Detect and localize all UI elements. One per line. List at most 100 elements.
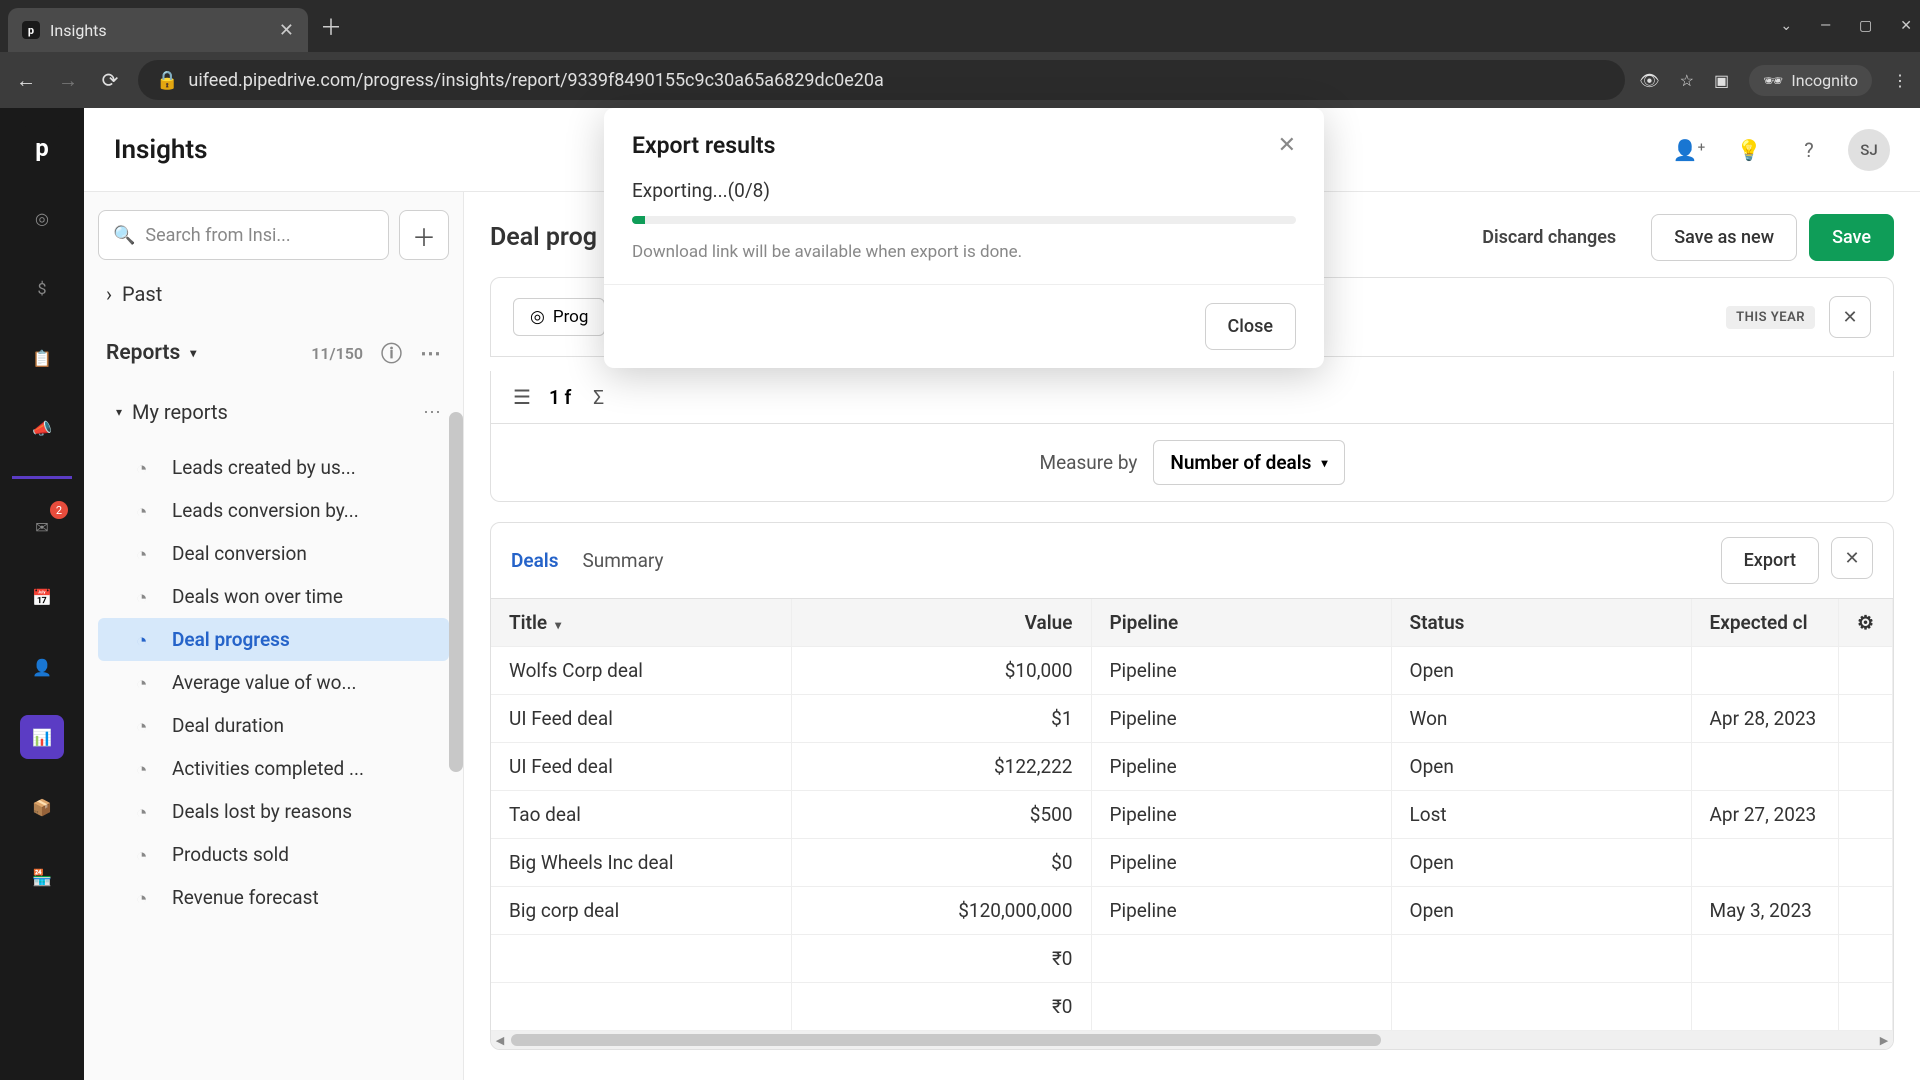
- clear-filter-button[interactable]: ✕: [1829, 296, 1871, 338]
- sidebar-section-reports[interactable]: Reports ▾ 11/150 ⓘ ⋯: [98, 328, 449, 378]
- rail-focus-icon[interactable]: ◎: [20, 196, 64, 240]
- help-icon[interactable]: ?: [1788, 129, 1830, 171]
- extensions-icon[interactable]: ▣: [1714, 71, 1729, 90]
- sidebar-report-item[interactable]: ◔ Revenue forecast: [98, 876, 449, 919]
- new-tab-button[interactable]: ＋: [320, 10, 342, 42]
- rail-projects-icon[interactable]: 📋: [20, 336, 64, 380]
- kebab-menu-icon[interactable]: ⋮: [1892, 71, 1908, 90]
- search-input[interactable]: 🔍 Search from Insi...: [98, 210, 389, 260]
- scroll-left-icon[interactable]: ◀: [491, 1034, 509, 1047]
- sidebar-report-item[interactable]: ◔Deals lost by reasons: [98, 790, 449, 833]
- sidebar-section-past[interactable]: › Past: [98, 272, 449, 316]
- window-close-icon[interactable]: ✕: [1900, 18, 1912, 34]
- more-icon[interactable]: ⋯: [420, 341, 441, 366]
- sidebar-report-item[interactable]: ◔Average value of wo...: [98, 661, 449, 704]
- table-row[interactable]: ₹0: [491, 983, 1893, 1031]
- tabs-dropdown-icon[interactable]: ⌄: [1780, 18, 1792, 34]
- rail-insights-icon[interactable]: 📊: [20, 715, 64, 759]
- sidebar-report-item[interactable]: ◔Products sold: [98, 833, 449, 876]
- window-maximize-icon[interactable]: ▢: [1859, 18, 1872, 34]
- table-row[interactable]: UI Feed deal$122,222PipelineOpen: [491, 743, 1893, 791]
- sidebar-item-label: Leads conversion by...: [172, 499, 359, 522]
- sidebar-report-item[interactable]: ◔Deal progress: [98, 618, 449, 661]
- filter-count: 1 f: [549, 386, 571, 409]
- export-button[interactable]: Export: [1721, 537, 1819, 584]
- scroll-thumb[interactable]: [511, 1034, 1381, 1046]
- col-expected-label: Expected cl: [1710, 611, 1808, 634]
- sidebar-report-item[interactable]: ◔Deal duration: [98, 704, 449, 747]
- col-value[interactable]: Value: [791, 599, 1091, 647]
- sales-assistant-icon[interactable]: 💡: [1728, 129, 1770, 171]
- rail-marketplace-icon[interactable]: 🏪: [20, 855, 64, 899]
- sidebar-report-item[interactable]: ◔Deal conversion: [98, 532, 449, 575]
- cell-expected: [1691, 839, 1838, 887]
- modal-close-button[interactable]: Close: [1205, 303, 1296, 350]
- sidebar-item-label: Deals won over time: [172, 585, 343, 608]
- browser-tab[interactable]: p Insights ✕: [8, 8, 308, 52]
- sidebar-report-item[interactable]: ◔Leads created by us...: [98, 446, 449, 489]
- save-button[interactable]: Save: [1809, 214, 1894, 261]
- rail-products-icon[interactable]: 📦: [20, 785, 64, 829]
- sort-caret-icon: ▾: [555, 618, 561, 632]
- search-placeholder: Search from Insi...: [145, 225, 290, 246]
- rail-deals-icon[interactable]: $: [20, 266, 64, 310]
- reload-button[interactable]: ⟳: [96, 66, 124, 94]
- report-icon: ◔: [136, 844, 158, 866]
- col-pipeline-label: Pipeline: [1110, 611, 1179, 634]
- report-icon: ◔: [136, 543, 158, 565]
- app-logo[interactable]: p: [20, 126, 64, 170]
- modal-title: Export results: [632, 132, 775, 159]
- rail-separator: [12, 476, 72, 479]
- scroll-right-icon[interactable]: ▶: [1875, 1034, 1893, 1047]
- measure-select[interactable]: Number of deals ▾: [1153, 440, 1344, 485]
- sidebar-report-item[interactable]: ◔Leads conversion by...: [98, 489, 449, 532]
- avatar[interactable]: SJ: [1848, 129, 1890, 171]
- info-icon[interactable]: ⓘ: [381, 338, 402, 368]
- save-as-new-button[interactable]: Save as new: [1651, 214, 1797, 261]
- table-row[interactable]: Big corp deal$120,000,000PipelineOpenMay…: [491, 887, 1893, 935]
- sidebar-item-label: Revenue forecast: [172, 886, 319, 909]
- sidebar-report-item[interactable]: ◔Deals won over time: [98, 575, 449, 618]
- col-status[interactable]: Status: [1391, 599, 1691, 647]
- sidebar-my-reports[interactable]: ▾ My reports ⋯: [98, 390, 449, 434]
- deals-table: Title▾ Value Pipeline Status Expected cl…: [491, 599, 1893, 1031]
- tab-deals[interactable]: Deals: [511, 543, 559, 578]
- table-row[interactable]: Tao deal$500PipelineLostApr 27, 2023: [491, 791, 1893, 839]
- window-minimize-icon[interactable]: —: [1820, 18, 1831, 34]
- table-h-scrollbar[interactable]: ◀ ▶: [491, 1031, 1893, 1049]
- rail-mail-icon[interactable]: ✉2: [20, 505, 64, 549]
- report-title[interactable]: Deal prog: [490, 223, 597, 252]
- rail-contacts-icon[interactable]: 👤: [20, 645, 64, 689]
- add-user-icon[interactable]: 👤⁺: [1668, 129, 1710, 171]
- address-bar[interactable]: 🔒 uifeed.pipedrive.com/progress/insights…: [138, 60, 1625, 100]
- col-value-label: Value: [1025, 611, 1073, 634]
- page-title: Insights: [114, 135, 208, 165]
- eye-off-icon[interactable]: 👁: [1639, 71, 1659, 90]
- discard-changes-button[interactable]: Discard changes: [1459, 214, 1639, 261]
- url-text: uifeed.pipedrive.com/progress/insights/r…: [188, 70, 883, 91]
- tab-close-icon[interactable]: ✕: [279, 20, 294, 41]
- rail-campaigns-icon[interactable]: 📣: [20, 406, 64, 450]
- reports-count: 11/150: [311, 344, 363, 363]
- table-row[interactable]: ₹0: [491, 935, 1893, 983]
- tab-summary[interactable]: Summary: [583, 543, 664, 578]
- report-icon: ◔: [136, 887, 158, 909]
- table-row[interactable]: Big Wheels Inc deal$0PipelineOpen: [491, 839, 1893, 887]
- report-type-chip[interactable]: ◎ Prog: [513, 298, 605, 336]
- add-report-button[interactable]: ＋: [399, 210, 449, 260]
- table-settings-button[interactable]: ⚙: [1838, 599, 1892, 647]
- col-pipeline[interactable]: Pipeline: [1091, 599, 1391, 647]
- sidebar-report-item[interactable]: ◔Activities completed ...: [98, 747, 449, 790]
- table-row[interactable]: Wolfs Corp deal$10,000PipelineOpen: [491, 647, 1893, 695]
- back-button[interactable]: ←: [12, 66, 40, 94]
- modal-close-icon[interactable]: ✕: [1278, 133, 1296, 158]
- close-table-button[interactable]: ✕: [1831, 537, 1873, 579]
- rail-activities-icon[interactable]: 📅: [20, 575, 64, 619]
- more-icon[interactable]: ⋯: [423, 402, 441, 423]
- table-row[interactable]: UI Feed deal$1PipelineWonApr 28, 2023: [491, 695, 1893, 743]
- bookmark-star-icon[interactable]: ☆: [1680, 71, 1694, 90]
- cell-pipeline: Pipeline: [1091, 887, 1391, 935]
- sidebar-scrollbar[interactable]: [449, 412, 463, 772]
- col-title[interactable]: Title▾: [491, 599, 791, 647]
- col-expected[interactable]: Expected cl: [1691, 599, 1838, 647]
